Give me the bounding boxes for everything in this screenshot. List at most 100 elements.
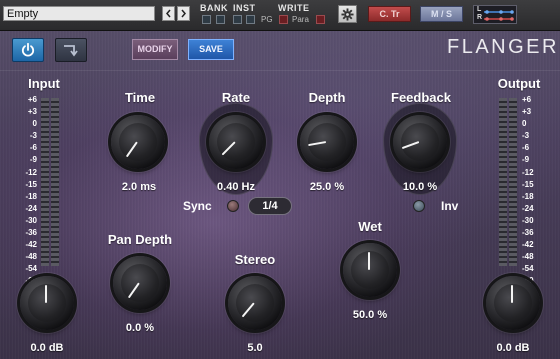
- output-scale-tick: -36: [522, 228, 534, 238]
- output-meter-left: [499, 98, 507, 266]
- pg-label: PG: [261, 15, 273, 24]
- output-gain-value: 0.0 dB: [496, 342, 530, 354]
- output-scale-tick: 0: [522, 119, 527, 129]
- output-scale-tick: -18: [522, 191, 534, 201]
- channel-routing-display[interactable]: L R: [473, 5, 517, 24]
- mid-side-button[interactable]: M / S: [420, 6, 463, 22]
- output-label: Output: [497, 76, 541, 91]
- pan-depth-knob[interactable]: [110, 253, 170, 313]
- output-scale-tick: -42: [522, 240, 534, 250]
- input-scale-tick: -54: [25, 264, 37, 274]
- depth-label: Depth: [308, 90, 346, 105]
- time-knob[interactable]: [108, 112, 168, 172]
- invert-label: Inv: [441, 199, 459, 213]
- bank-slot-2[interactable]: [216, 15, 225, 24]
- time-value: 2.0 ms: [121, 181, 157, 193]
- header-divider: [0, 70, 560, 71]
- sync-toggle[interactable]: [227, 200, 239, 212]
- input-scale-tick: -15: [25, 179, 37, 189]
- write-para-toggle[interactable]: [316, 15, 325, 24]
- rate-knob[interactable]: [206, 112, 266, 172]
- output-level-meter: [499, 98, 519, 266]
- settings-button[interactable]: [338, 5, 357, 23]
- output-meter-right: [509, 98, 517, 266]
- output-meter-scale: +6 +3 0 -3 -6 -9 -12 -15 -18 -24 -30 -36…: [522, 94, 546, 288]
- stereo-value: 5.0: [247, 342, 263, 354]
- chevron-right-icon: [181, 9, 186, 18]
- input-level-meter: [41, 98, 61, 266]
- power-button[interactable]: [12, 38, 44, 62]
- depth-knob[interactable]: [297, 112, 357, 172]
- output-gain-knob-indicator: [511, 285, 513, 303]
- input-meter-scale: +6 +3 0 -3 -6 -9 -12 -15 -18 -24 -30 -36…: [13, 94, 37, 288]
- output-scale-tick: -3: [522, 131, 530, 141]
- power-icon: [21, 42, 35, 57]
- input-scale-tick: -12: [25, 167, 37, 177]
- pan-depth-label: Pan Depth: [107, 232, 173, 247]
- input-scale-tick: -3: [29, 131, 37, 141]
- output-scale-tick: -30: [522, 215, 534, 225]
- invert-toggle[interactable]: [413, 200, 425, 212]
- host-preset-bar: Empty BANK INST WRITE PG Para C. Tr M / …: [0, 0, 560, 31]
- rate-value: 0.40 Hz: [217, 181, 255, 193]
- preset-name-field[interactable]: Empty: [3, 6, 155, 21]
- chevron-left-icon: [166, 9, 171, 18]
- output-scale-tick: -54: [522, 264, 534, 274]
- input-gain-knob[interactable]: [17, 273, 77, 333]
- output-scale-tick: -24: [522, 203, 534, 213]
- feedback-knob[interactable]: [390, 112, 450, 172]
- plugin-title: FLANGER: [447, 36, 559, 58]
- input-scale-tick: -6: [29, 143, 37, 153]
- flanger-plugin-window: Empty BANK INST WRITE PG Para C. Tr M / …: [0, 0, 560, 359]
- gear-icon: [341, 7, 354, 21]
- input-scale-tick: -36: [25, 228, 37, 238]
- input-meter-left: [41, 98, 49, 266]
- input-label: Input: [28, 76, 60, 91]
- input-scale-tick: -30: [25, 215, 37, 225]
- left-channel-label: L: [477, 6, 482, 13]
- center-track-button[interactable]: C. Tr: [368, 6, 411, 22]
- input-gain-value: 0.0 dB: [30, 342, 64, 354]
- feedback-label: Feedback: [391, 90, 451, 105]
- time-label: Time: [124, 90, 156, 105]
- modify-button[interactable]: MODIFY: [132, 39, 178, 60]
- save-button[interactable]: SAVE: [188, 39, 234, 60]
- route-arrow-icon: [64, 45, 78, 57]
- output-scale-tick: -6: [522, 143, 530, 153]
- prev-preset-button[interactable]: [162, 6, 175, 21]
- bank-slot-1[interactable]: [202, 15, 211, 24]
- output-scale-tick: +6: [522, 95, 532, 104]
- inst-slot-2[interactable]: [246, 15, 255, 24]
- input-scale-tick: -9: [29, 155, 37, 165]
- output-scale-tick: -12: [522, 167, 534, 177]
- sync-label: Sync: [183, 199, 212, 213]
- output-gain-knob[interactable]: [483, 273, 543, 333]
- para-label: Para: [292, 15, 309, 24]
- stereo-knob[interactable]: [225, 273, 285, 333]
- input-scale-tick: -18: [25, 191, 37, 201]
- next-preset-button[interactable]: [177, 6, 190, 21]
- write-label: WRITE: [278, 3, 310, 13]
- wet-knob-indicator: [368, 252, 370, 270]
- signal-route-button[interactable]: [55, 38, 87, 62]
- feedback-value: 10.0 %: [402, 181, 438, 193]
- write-pg-toggle[interactable]: [279, 15, 288, 24]
- wet-label: Wet: [358, 219, 382, 234]
- wet-knob[interactable]: [340, 240, 400, 300]
- inst-label: INST: [233, 3, 256, 13]
- input-scale-tick: -42: [25, 240, 37, 250]
- inst-slot-1[interactable]: [233, 15, 242, 24]
- input-scale-tick: +6: [27, 95, 37, 104]
- input-gain-knob-indicator: [45, 285, 47, 303]
- output-scale-tick: -48: [522, 252, 534, 262]
- input-scale-tick: -48: [25, 252, 37, 262]
- pan-depth-value: 0.0 %: [125, 322, 155, 334]
- output-scale-tick: -15: [522, 179, 534, 189]
- stereo-label: Stereo: [234, 252, 276, 267]
- output-scale-tick: +3: [522, 107, 532, 117]
- channel-routing-icon: [484, 10, 514, 21]
- right-channel-label: R: [477, 14, 483, 21]
- sync-division-selector[interactable]: 1/4: [248, 197, 292, 215]
- input-meter-right: [51, 98, 59, 266]
- bank-label: BANK: [200, 3, 228, 13]
